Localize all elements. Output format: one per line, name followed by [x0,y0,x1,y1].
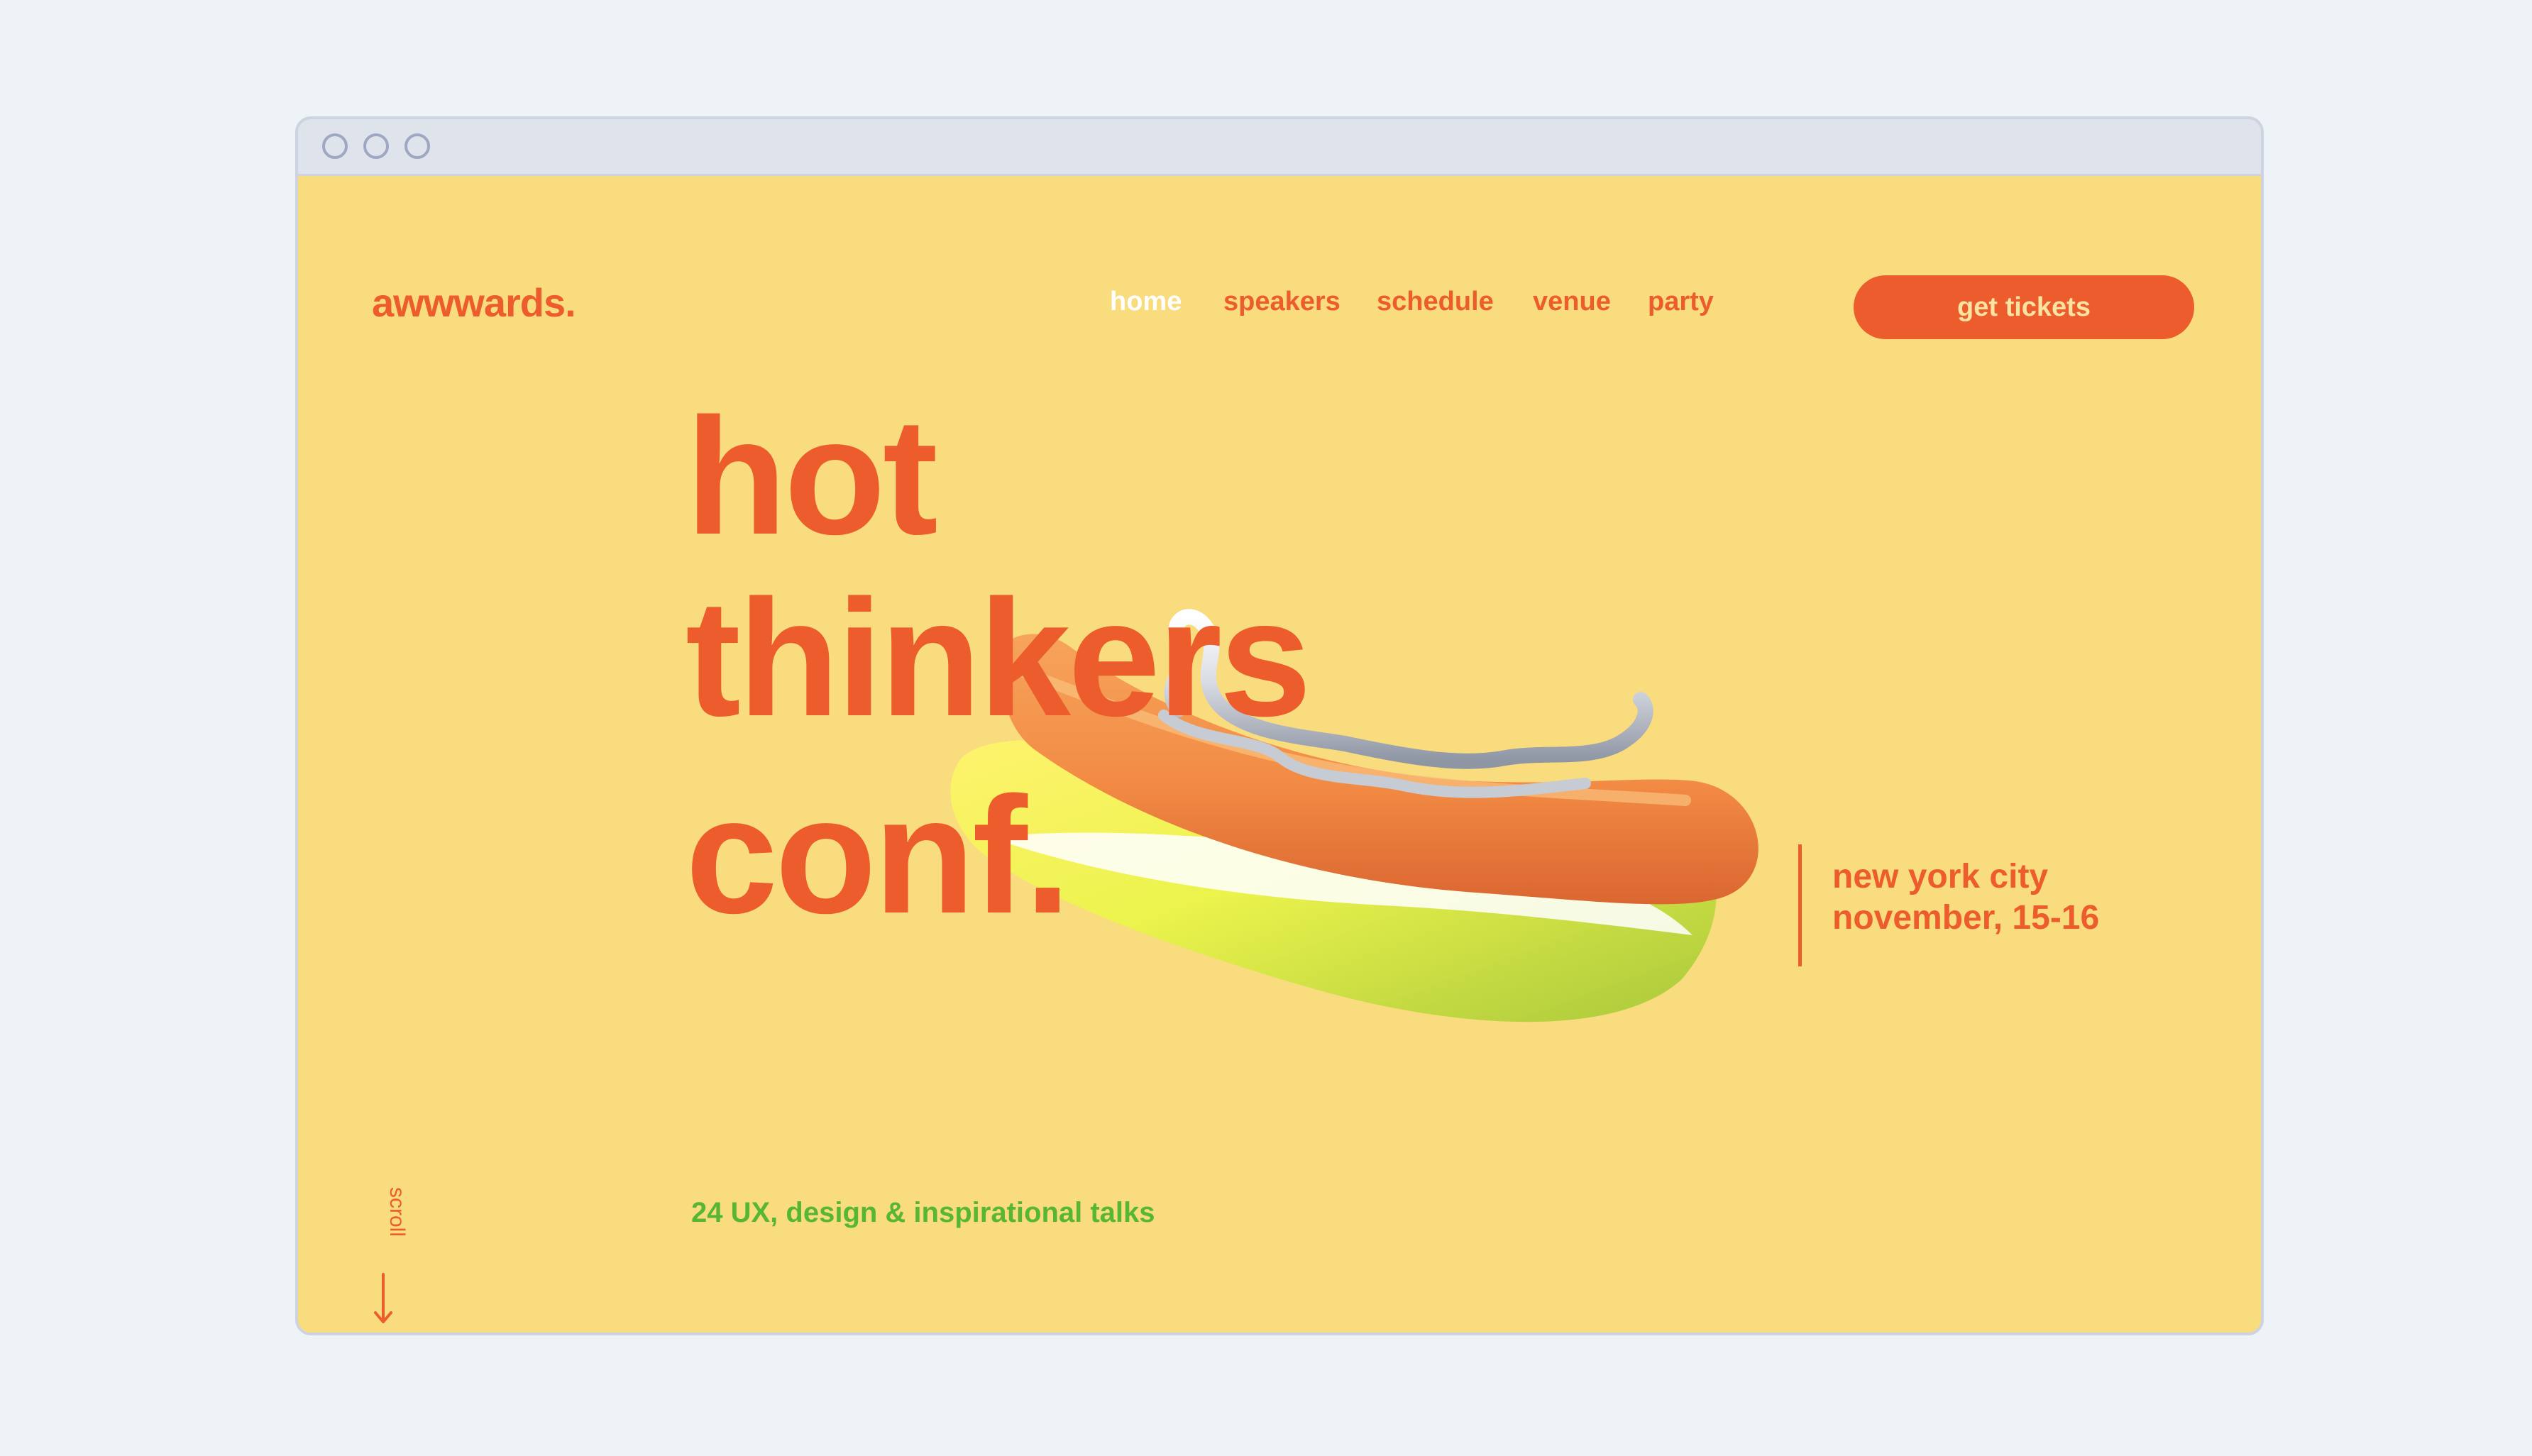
browser-window: awwwards. home speakers schedule venue p… [295,116,2264,1335]
event-city: new york city [1832,858,2049,895]
talks-subtitle: 24 UX, design & inspirational talks [691,1197,1155,1228]
click-and-hold-prompt[interactable]: click and hold [2254,1111,2264,1335]
scroll-label[interactable]: scroll [383,1176,409,1247]
nav-party[interactable]: party [1648,287,1714,317]
nav-home[interactable]: home [1110,287,1182,317]
click-and-text: click and [2257,1111,2264,1281]
hold-text: hold [2256,1291,2264,1335]
nav-venue[interactable]: venue [1533,287,1611,317]
arrow-down-icon[interactable] [373,1273,393,1325]
hero-title-line-2: thinkers [686,565,1311,751]
window-minimize-icon[interactable] [363,133,389,159]
nav-speakers[interactable]: speakers [1223,287,1341,317]
get-tickets-button[interactable]: get tickets [1854,275,2194,339]
window-close-icon[interactable] [322,133,348,159]
hero-title-line-3: conf. [686,762,1071,948]
event-dates: november, 15-16 [1832,899,2100,937]
event-divider [1798,844,1802,966]
landing-page: awwwards. home speakers schedule venue p… [298,176,2261,1333]
site-logo[interactable]: awwwards. [372,280,576,326]
hero-title-line-1: hot [686,383,938,569]
nav-schedule[interactable]: schedule [1377,287,1494,317]
browser-titlebar [298,119,2261,176]
window-maximize-icon[interactable] [404,133,430,159]
